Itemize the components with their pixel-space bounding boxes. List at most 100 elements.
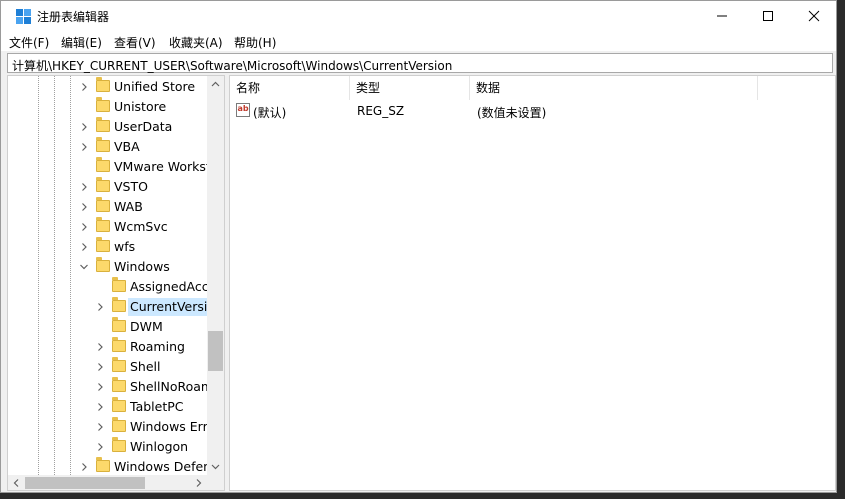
tree-item[interactable]: Windows Defen (8, 457, 207, 475)
values-list[interactable]: 名称 类型 数据 ab (默认) REG_SZ (数值未设置) (229, 75, 836, 491)
tree-item[interactable]: Roaming (8, 337, 207, 357)
registry-editor-icon (16, 9, 31, 24)
tree-item-label: Shell (130, 359, 161, 374)
chevron-right-icon[interactable] (96, 343, 104, 351)
chevron-right-icon[interactable] (80, 83, 88, 91)
tree-view: Unified Store Unistore UserData VBA VMware W… (8, 76, 207, 475)
tree-item[interactable]: VMware Workst (8, 157, 207, 177)
tree-item[interactable]: Windows (8, 257, 207, 277)
address-path[interactable]: 计算机\HKEY_CURRENT_USER\Software\Microsoft… (12, 57, 452, 74)
scroll-left-button[interactable] (8, 475, 25, 490)
folder-icon (96, 197, 110, 212)
tree-item[interactable]: VSTO (8, 177, 207, 197)
chevron-right-icon[interactable] (96, 383, 104, 391)
folder-icon (96, 97, 110, 112)
tree-item-label: Roaming (130, 339, 185, 354)
close-icon (808, 10, 820, 22)
tree-item[interactable]: TabletPC (8, 397, 207, 417)
menu-favorites[interactable]: 收藏夹(A) (169, 34, 223, 51)
column-header-data[interactable]: 数据 (470, 76, 758, 100)
folder-icon (112, 297, 126, 312)
folder-icon (112, 397, 126, 412)
tree-item-label: CurrentVersio (128, 298, 207, 316)
folder-icon (112, 357, 126, 372)
chevron-right-icon[interactable] (80, 123, 88, 131)
string-value-icon: ab (236, 103, 250, 117)
tree-item-label: WAB (114, 199, 143, 214)
tree-item[interactable]: WAB (8, 197, 207, 217)
tree-item-label: Windows Erro (130, 419, 207, 434)
menu-bar: 文件(F) 编辑(E) 查看(V) 收藏夹(A) 帮助(H) (1, 31, 836, 51)
chevron-right-icon (196, 479, 202, 487)
chevron-right-icon[interactable] (96, 443, 104, 451)
value-type: REG_SZ (357, 104, 405, 118)
column-header-name[interactable]: 名称 (230, 76, 350, 100)
address-bar[interactable]: 计算机\HKEY_CURRENT_USER\Software\Microsoft… (7, 53, 833, 73)
tree-pane[interactable]: Unified Store Unistore UserData VBA VMware W… (7, 75, 225, 491)
window-title: 注册表编辑器 (37, 10, 110, 24)
chevron-right-icon[interactable] (80, 223, 88, 231)
tree-item[interactable]: Shell (8, 357, 207, 377)
chevron-right-icon[interactable] (96, 303, 104, 311)
tree-item-label: ShellNoRoam (130, 379, 207, 394)
scroll-down-button[interactable] (207, 458, 224, 475)
menu-help[interactable]: 帮助(H) (234, 34, 276, 51)
scroll-right-button[interactable] (190, 475, 207, 490)
tree-item[interactable]: AssignedAcce (8, 277, 207, 297)
horizontal-scroll-thumb[interactable] (25, 477, 145, 489)
chevron-right-icon[interactable] (80, 243, 88, 251)
chevron-right-icon[interactable] (80, 143, 88, 151)
tree-item[interactable]: Unified Store (8, 77, 207, 97)
folder-icon (96, 117, 110, 132)
chevron-right-icon[interactable] (96, 363, 104, 371)
column-header-type[interactable]: 类型 (350, 76, 470, 100)
tree-item[interactable]: DWM (8, 317, 207, 337)
regedit-window: 注册表编辑器 文件(F) 编辑(E) 查看(V) 收藏夹(A) 帮助(H) 计算… (0, 0, 837, 493)
tree-item[interactable]: UserData (8, 117, 207, 137)
tree-item[interactable]: Windows Erro (8, 417, 207, 437)
folder-icon (112, 337, 126, 352)
tree-vertical-scrollbar[interactable] (207, 76, 224, 475)
tree-item-label: DWM (130, 319, 163, 334)
close-button[interactable] (791, 1, 837, 31)
tree-item-label: TabletPC (130, 399, 184, 414)
tree-item[interactable]: ShellNoRoam (8, 377, 207, 397)
folder-icon (112, 377, 126, 392)
folder-icon (112, 317, 126, 332)
tree-item[interactable]: VBA (8, 137, 207, 157)
folder-icon (96, 217, 110, 232)
chevron-right-icon[interactable] (96, 403, 104, 411)
minimize-button[interactable] (699, 1, 745, 31)
folder-icon (96, 457, 110, 472)
tree-item[interactable]: WcmSvc (8, 217, 207, 237)
scrollbar-corner (207, 475, 224, 490)
maximize-icon (763, 11, 773, 21)
chevron-right-icon[interactable] (80, 183, 88, 191)
chevron-up-icon (211, 81, 220, 87)
value-name: (默认) (253, 106, 287, 120)
tree-item-label: VBA (114, 139, 140, 154)
folder-icon (112, 277, 126, 292)
folder-icon (96, 237, 110, 252)
tree-item-label: VSTO (114, 179, 148, 194)
tree-item[interactable]: CurrentVersio (8, 297, 207, 317)
tree-item[interactable]: Unistore (8, 97, 207, 117)
scroll-up-button[interactable] (207, 76, 224, 93)
vertical-scroll-thumb[interactable] (208, 331, 223, 371)
tree-horizontal-scrollbar[interactable] (8, 475, 207, 490)
chevron-right-icon[interactable] (96, 423, 104, 431)
chevron-down-icon[interactable] (80, 263, 88, 271)
menu-view[interactable]: 查看(V) (114, 34, 156, 51)
folder-icon (96, 177, 110, 192)
menu-file[interactable]: 文件(F) (9, 34, 49, 51)
tree-item[interactable]: wfs (8, 237, 207, 257)
tree-item-label: AssignedAcce (130, 279, 207, 294)
tree-item[interactable]: Winlogon (8, 437, 207, 457)
title-bar[interactable]: 注册表编辑器 (1, 1, 836, 31)
maximize-button[interactable] (745, 1, 791, 31)
chevron-right-icon[interactable] (80, 203, 88, 211)
chevron-right-icon[interactable] (80, 463, 88, 471)
value-row[interactable]: ab (默认) REG_SZ (数值未设置) (230, 101, 835, 121)
menu-edit[interactable]: 编辑(E) (61, 34, 102, 51)
tree-item-label: Windows (114, 259, 170, 274)
